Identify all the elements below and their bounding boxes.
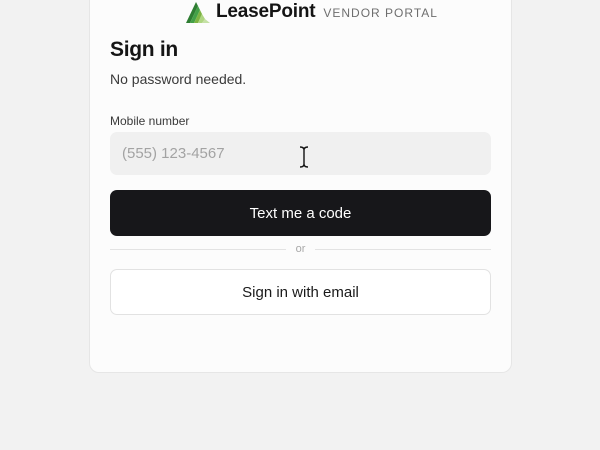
or-divider: or	[110, 241, 491, 257]
divider-line-right	[315, 248, 491, 250]
page-title: Sign in	[110, 38, 178, 61]
text-me-code-button[interactable]: Text me a code	[110, 190, 491, 236]
sign-in-email-button[interactable]: Sign in with email	[110, 269, 491, 315]
page-subtitle: No password needed.	[110, 71, 247, 87]
mobile-number-label: Mobile number	[110, 114, 190, 128]
brand-header: LeasePoint VENDOR PORTAL	[184, 0, 438, 24]
stacked-triangle-logo-icon	[186, 2, 210, 23]
brand-subtitle: VENDOR PORTAL	[323, 6, 438, 20]
divider-text: or	[295, 243, 306, 255]
divider-line-left	[110, 248, 286, 250]
signin-page: LeasePoint VENDOR PORTAL Sign in No pass…	[0, 0, 600, 450]
text-cursor-icon	[299, 146, 309, 168]
brand-name: LeasePoint	[216, 1, 316, 22]
